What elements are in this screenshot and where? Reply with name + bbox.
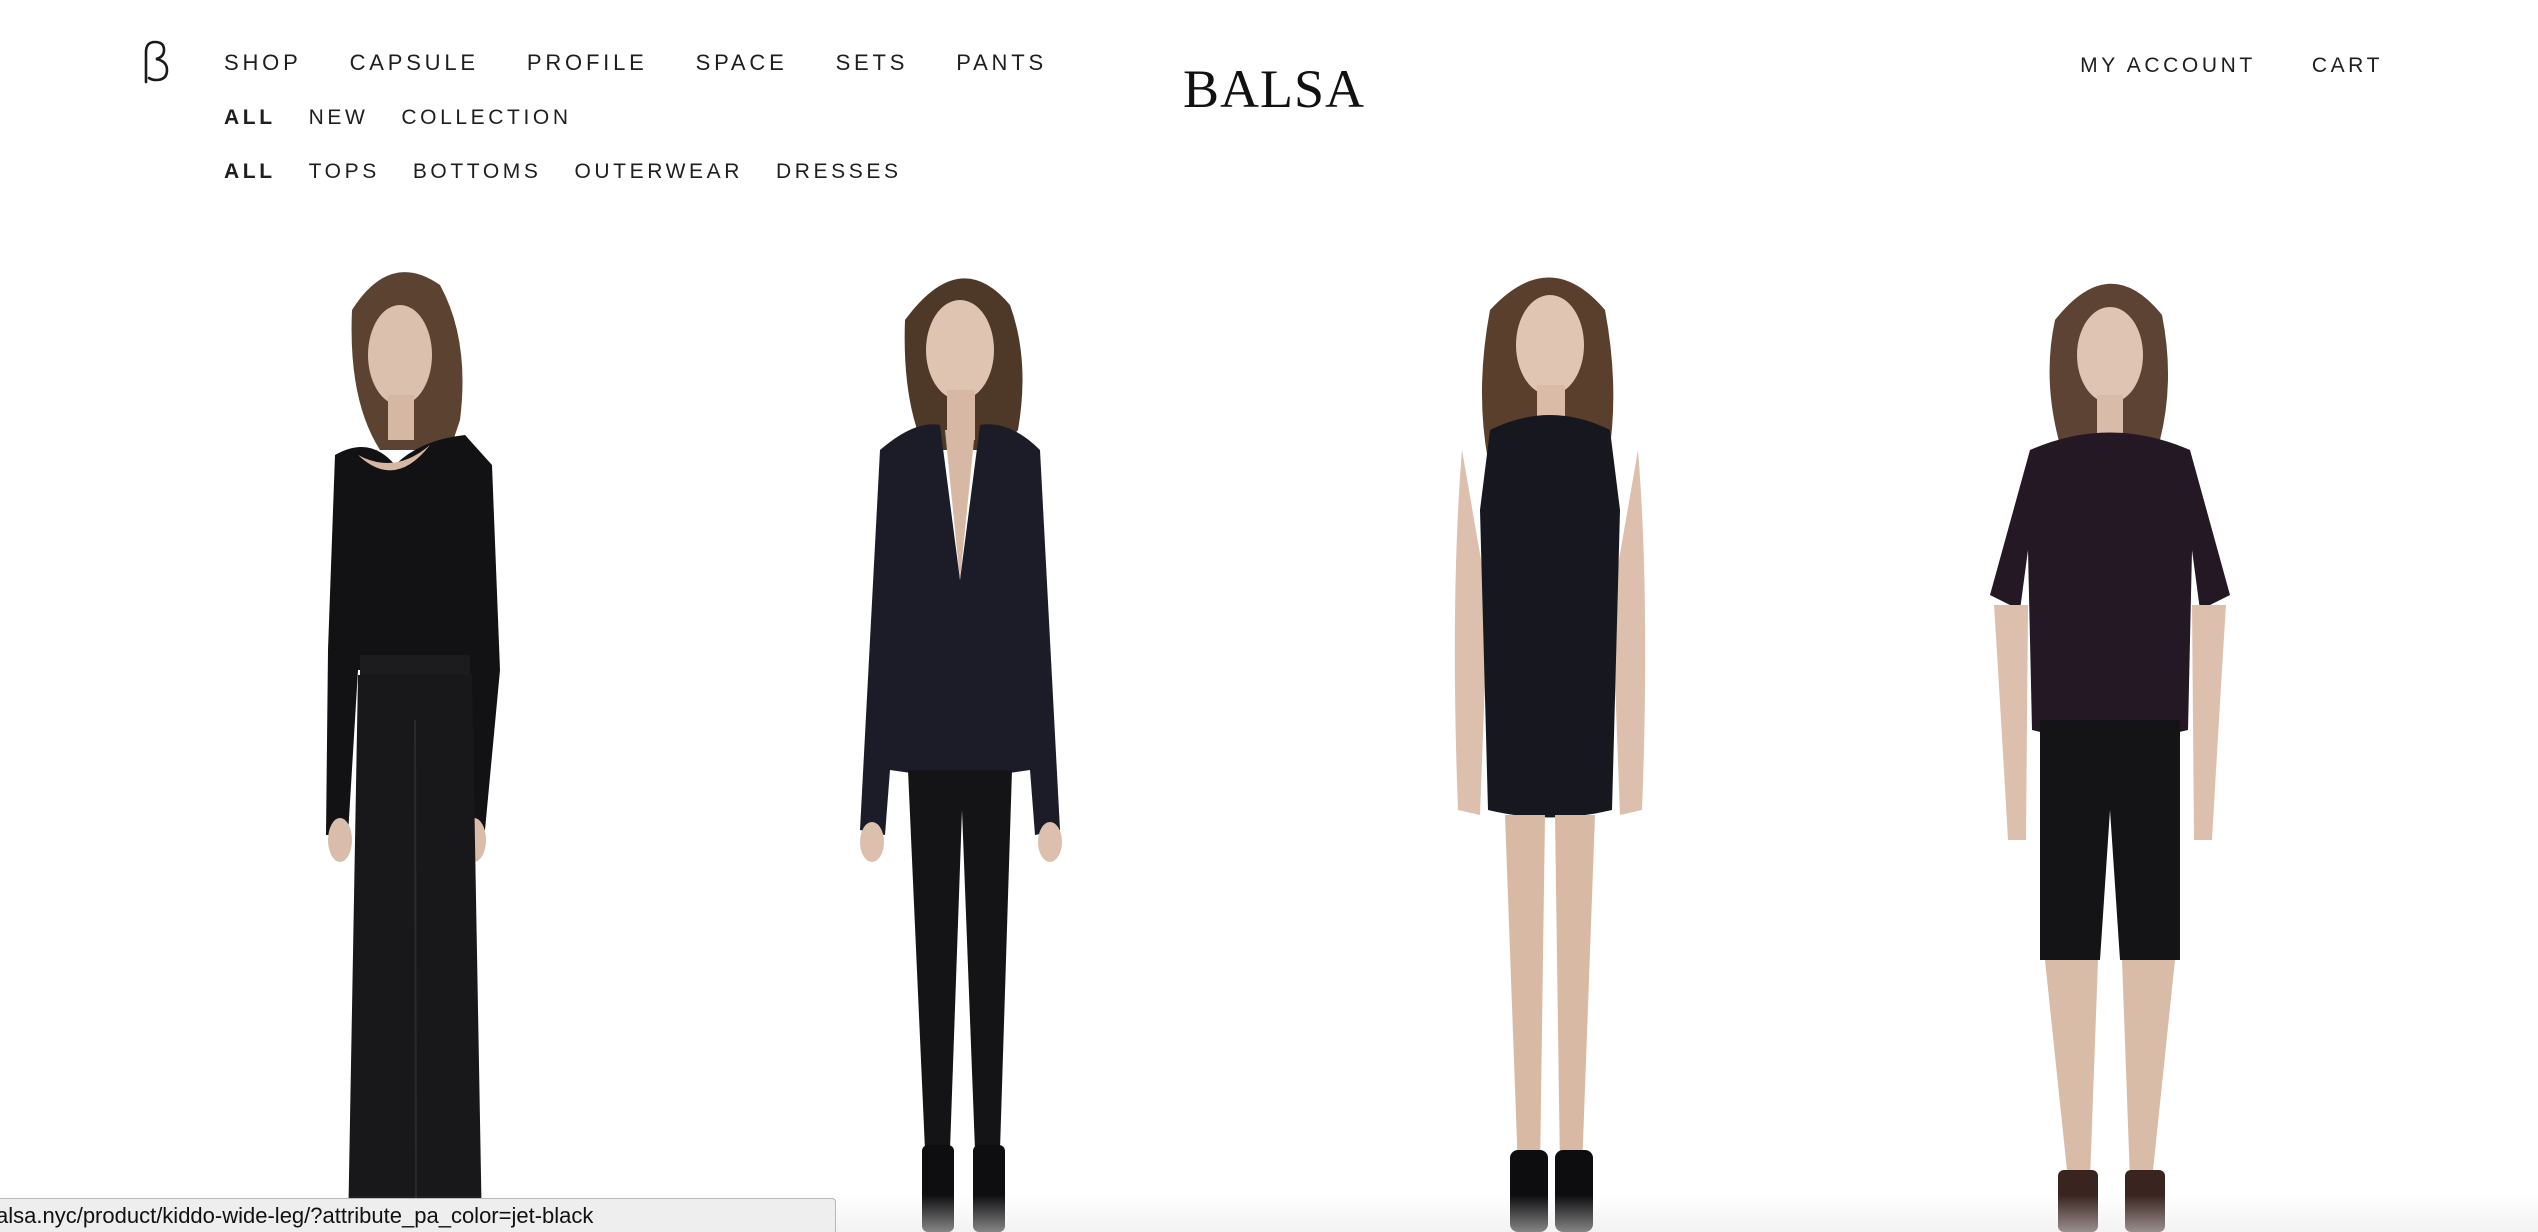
- brand-mark-glyph: [144, 40, 169, 84]
- product-card[interactable]: [1370, 250, 1730, 1232]
- page: SHOP CAPSULE PROFILE SPACE SETS PANTS AL…: [0, 0, 2538, 1232]
- category-tops[interactable]: TOPS: [309, 160, 380, 184]
- category-bottoms[interactable]: BOTTOMS: [413, 160, 542, 184]
- brand-mark-icon[interactable]: [140, 38, 170, 84]
- category-outerwear[interactable]: OUTERWEAR: [574, 160, 743, 184]
- site-logo[interactable]: BALSA: [1183, 62, 1365, 116]
- primary-nav: SHOP CAPSULE PROFILE SPACE SETS PANTS: [224, 50, 1095, 76]
- sub-nav-new[interactable]: NEW: [309, 106, 369, 130]
- product-card[interactable]: [790, 250, 1150, 1232]
- browser-status-bar: alsa.nyc/product/kiddo-wide-leg/?attribu…: [0, 1198, 836, 1232]
- nav-shop[interactable]: SHOP: [224, 50, 302, 76]
- product-image: [1454, 277, 1646, 1232]
- product-card[interactable]: [1930, 250, 2290, 1232]
- product-image: [1990, 283, 2230, 1232]
- category-dresses[interactable]: DRESSES: [776, 160, 902, 184]
- product-image: [860, 278, 1062, 1232]
- nav-sets[interactable]: SETS: [836, 50, 909, 76]
- nav-pants[interactable]: PANTS: [956, 50, 1047, 76]
- sub-nav: ALL NEW COLLECTION: [224, 106, 605, 130]
- nav-space[interactable]: SPACE: [696, 50, 788, 76]
- nav-profile[interactable]: PROFILE: [527, 50, 648, 76]
- nav-capsule[interactable]: CAPSULE: [350, 50, 479, 76]
- my-account-link[interactable]: MY ACCOUNT: [2080, 54, 2256, 78]
- sub-nav-all[interactable]: ALL: [224, 106, 276, 130]
- account-nav: MY ACCOUNT CART: [2024, 54, 2383, 78]
- category-nav: ALL TOPS BOTTOMS OUTERWEAR DRESSES: [224, 160, 935, 184]
- product-image: [326, 272, 500, 1232]
- cart-link[interactable]: CART: [2312, 54, 2383, 78]
- sub-nav-collection[interactable]: COLLECTION: [401, 106, 571, 130]
- category-all[interactable]: ALL: [224, 160, 276, 184]
- product-card[interactable]: [230, 250, 590, 1232]
